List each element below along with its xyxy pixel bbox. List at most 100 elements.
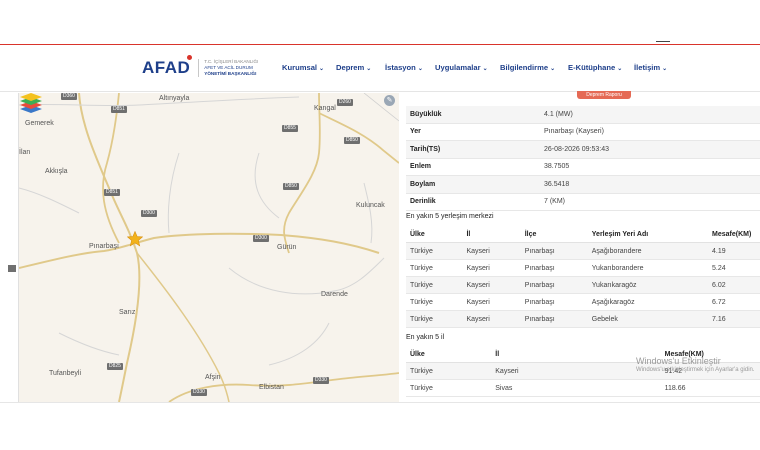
town-label: Gemerek: [25, 120, 54, 127]
settlement-cell: Pınarbaşı: [520, 276, 588, 294]
watermark-line1: Windows'u Etkinleştir: [636, 356, 721, 366]
logo-sub-line3: YÖNETİMİ BAŞKANLIĞI: [204, 71, 257, 76]
settlement-row: Türkiye Kayseri Pınarbaşı Yukarıborandere 5.…: [406, 259, 760, 277]
page-bottom-border: [0, 402, 760, 403]
road-label: D825: [107, 363, 123, 370]
province-cell: Sivas: [491, 379, 661, 397]
info-value: 7 (KM): [540, 193, 760, 211]
nav-e-kutuphane[interactable]: E-Kütüphane ⌄: [568, 63, 622, 72]
nav-label: E-Kütüphane: [568, 63, 616, 72]
road-label: D300: [141, 210, 157, 217]
settlement-cell: Pınarbaşı: [520, 310, 588, 328]
nearest-provinces-title: En yakın 5 il: [406, 334, 445, 341]
map-roads: [19, 93, 399, 402]
settlement-cell: Türkiye: [406, 293, 463, 311]
provinces-column-header[interactable]: Ülke: [406, 346, 492, 363]
settlement-cell: Kayseri: [462, 259, 521, 277]
road-label: D260: [337, 99, 353, 106]
nearest-settlements-table: Ülke İl İlçe Yerleşim Yeri Adı Mesafe(KM) Tü…: [406, 226, 760, 328]
road-label: D850: [344, 137, 360, 144]
nav-label: Deprem: [336, 63, 365, 72]
settlement-cell: Pınarbaşı: [520, 242, 588, 260]
nav-label: Uygulamalar: [435, 63, 481, 72]
logo-dot: [187, 55, 192, 60]
town-label: Afşin: [205, 374, 221, 381]
nearest-settlements-title: En yakın 5 yerleşim merkezi: [406, 213, 494, 220]
road-label: D855: [282, 125, 298, 132]
windows-activation-watermark: Windows'u Etkinleştir Windows'u etkinleş…: [636, 356, 755, 373]
info-value: 4.1 (MW): [540, 106, 760, 124]
town-label: Akkışla: [45, 168, 68, 175]
layers-icon[interactable]: [19, 93, 43, 115]
settlement-row: Türkiye Kayseri Pınarbaşı Gebelek 7.16: [406, 310, 760, 328]
settlements-column-header[interactable]: İlçe: [520, 226, 588, 243]
info-value: 26-08-2026 09:53:43: [540, 140, 760, 159]
settlement-cell: 5.24: [708, 259, 760, 277]
star-icon[interactable]: [127, 231, 143, 247]
town-label: Kangal: [314, 105, 336, 112]
pencil-icon[interactable]: ✎: [384, 95, 395, 106]
settlement-cell: Aşağıborandere: [587, 242, 709, 260]
nav-iletisim[interactable]: İletişim ⌄: [634, 63, 667, 72]
chevron-down-icon: ⌄: [482, 66, 488, 72]
road-label: D851: [104, 189, 120, 196]
watermark-line2: Windows'u etkinleştirmek için Ayarlar'a …: [636, 367, 755, 373]
town-label: Elbistan: [259, 384, 284, 391]
settlement-cell: Aşağıkaragöz: [587, 293, 709, 311]
chevron-down-icon: ⌄: [319, 66, 325, 72]
settlement-cell: Yukarıborandere: [587, 259, 709, 277]
settlements-column-header[interactable]: Mesafe(KM): [708, 226, 760, 243]
road-label: D300: [253, 235, 269, 242]
town-label: Darende: [321, 291, 348, 298]
info-key: Tarih(TS): [406, 140, 540, 159]
town-label: İlan: [19, 149, 31, 156]
town-label: Tufanbeyli: [49, 370, 82, 377]
settlement-cell: Pınarbaşı: [520, 293, 588, 311]
province-cell: Türkiye: [406, 379, 492, 397]
logo-text: AFAD: [142, 58, 191, 77]
nav-istasyon[interactable]: İstasyon ⌄: [385, 63, 423, 72]
nav-bilgilendirme[interactable]: Bilgilendirme ⌄: [500, 63, 555, 72]
settlements-column-header[interactable]: Yerleşim Yeri Adı: [587, 226, 709, 243]
settlement-cell: Kayseri: [462, 310, 521, 328]
deprem-raporu-button[interactable]: Deprem Raporu: [577, 91, 631, 99]
earthquake-info-table: Büyüklük 4.1 (MW) Yer Pınarbaşı (Kayseri) Ta…: [406, 106, 760, 211]
report-button-label: Deprem Raporu: [586, 92, 622, 98]
settlement-cell: Kayseri: [462, 242, 521, 260]
nav-kurumsal[interactable]: Kurumsal ⌄: [282, 63, 324, 72]
info-key: Enlem: [406, 158, 540, 176]
settlements-column-header[interactable]: İl: [462, 226, 521, 243]
settlement-cell: Türkiye: [406, 310, 463, 328]
afad-logo[interactable]: AFAD T.C. İÇİŞLERİ BAKANLIĞI AFET VE ACİ…: [142, 55, 258, 78]
settlement-cell: Türkiye: [406, 276, 463, 294]
settlement-cell: Pınarbaşı: [520, 259, 588, 277]
road-label: D360: [61, 93, 77, 100]
settlement-row: Türkiye Kayseri Pınarbaşı Aşağıkaragöz 6.72: [406, 293, 760, 311]
settlement-cell: Gebelek: [587, 310, 709, 328]
nav-label: Bilgilendirme: [500, 63, 549, 72]
info-key: Boylam: [406, 175, 540, 194]
info-row: Tarih(TS) 26-08-2026 09:53:43: [406, 140, 760, 159]
chevron-down-icon: ⌄: [366, 66, 372, 72]
town-label: Sarız: [119, 309, 136, 316]
info-row: Yer Pınarbaşı (Kayseri): [406, 123, 760, 141]
info-key: Yer: [406, 123, 540, 141]
info-key: Büyüklük: [406, 106, 540, 124]
earthquake-map[interactable]: D360 D851 D260 D855 D850 D851 D850 D300 …: [18, 93, 399, 402]
info-value: 38.7505: [540, 158, 760, 176]
chevron-down-icon: ⌄: [550, 66, 556, 72]
town-label: Altınyayla: [159, 95, 190, 102]
province-cell: 118.66: [660, 379, 760, 397]
town-label: Gürün: [277, 244, 297, 251]
road-label: D851: [111, 106, 127, 113]
road-label: D330: [313, 377, 329, 384]
nav-uygulamalar[interactable]: Uygulamalar ⌄: [435, 63, 488, 72]
nav-deprem[interactable]: Deprem ⌄: [336, 63, 371, 72]
town-label: Kuluncak: [356, 202, 385, 209]
settlements-column-header[interactable]: Ülke: [406, 226, 463, 243]
settlement-cell: Kayseri: [462, 276, 521, 294]
road-label: D330: [191, 389, 207, 396]
chevron-down-icon: ⌄: [662, 66, 668, 72]
info-row: Derinlik 7 (KM): [406, 193, 760, 211]
nav-label: İletişim: [634, 63, 661, 72]
